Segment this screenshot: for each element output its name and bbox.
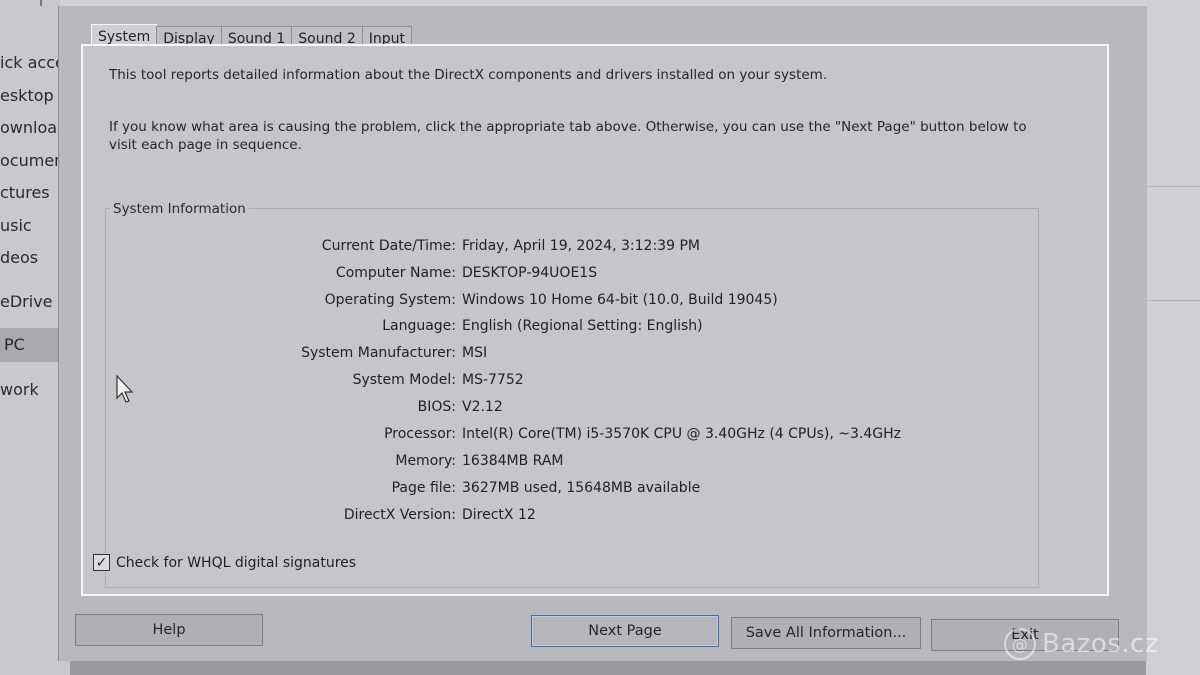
info-label: System Model: bbox=[352, 372, 456, 388]
system-tab-panel: This tool reports detailed information a… bbox=[81, 44, 1109, 596]
info-row-operating-system: Operating System: Windows 10 Home 64-bit… bbox=[106, 292, 1026, 312]
info-value: V2.12 bbox=[462, 399, 503, 415]
info-row-page-file: Page file: 3627MB used, 15648MB availabl… bbox=[106, 480, 1026, 500]
whql-checkbox-row[interactable]: ✓ Check for WHQL digital signatures bbox=[93, 554, 356, 571]
info-value: MS-7752 bbox=[462, 372, 524, 388]
info-value: MSI bbox=[462, 345, 488, 361]
info-row-manufacturer: System Manufacturer: MSI bbox=[106, 345, 1026, 365]
info-value: Intel(R) Core(TM) i5-3570K CPU @ 3.40GHz… bbox=[462, 426, 901, 442]
info-row-system-model: System Model: MS-7752 bbox=[106, 372, 1026, 392]
info-row-processor: Processor: Intel(R) Core(TM) i5-3570K CP… bbox=[106, 426, 1026, 446]
info-label: Memory: bbox=[395, 453, 456, 469]
whql-label: Check for WHQL digital signatures bbox=[116, 554, 357, 571]
pin-icon bbox=[40, 0, 42, 6]
info-label: Page file: bbox=[391, 480, 456, 496]
info-label: System Manufacturer: bbox=[301, 345, 456, 361]
info-label: Language: bbox=[382, 318, 456, 334]
info-value: Friday, April 19, 2024, 3:12:39 PM bbox=[462, 238, 700, 254]
nav-item-music[interactable]: usic bbox=[0, 216, 32, 235]
group-title: System Information bbox=[110, 201, 249, 217]
info-label: Current Date/Time: bbox=[321, 238, 456, 254]
info-value: DirectX 12 bbox=[462, 507, 536, 523]
directx-diagnostic-dialog: System Display Sound 1 Sound 2 Input Thi… bbox=[58, 6, 1147, 661]
background-window-right bbox=[1146, 0, 1200, 675]
help-button[interactable]: Help bbox=[75, 614, 263, 646]
info-row-bios: BIOS: V2.12 bbox=[106, 399, 1026, 419]
nav-item-desktop[interactable]: esktop bbox=[0, 86, 54, 105]
info-label: Processor: bbox=[384, 426, 456, 442]
divider bbox=[1146, 186, 1200, 187]
info-label: Computer Name: bbox=[335, 265, 456, 281]
watermark-logo-icon: @ bbox=[1004, 628, 1036, 660]
nav-item-videos[interactable]: deos bbox=[0, 248, 38, 267]
bazos-watermark: @ Bazos.cz bbox=[1004, 628, 1159, 660]
divider bbox=[1146, 300, 1200, 301]
info-value: 3627MB used, 15648MB available bbox=[462, 480, 701, 496]
info-value: 16384MB RAM bbox=[462, 453, 564, 469]
info-value: English (Regional Setting: English) bbox=[462, 318, 703, 334]
intro-text: This tool reports detailed information a… bbox=[109, 67, 828, 83]
nav-item-network[interactable]: work bbox=[0, 380, 39, 399]
info-value: Windows 10 Home 64-bit (10.0, Build 1904… bbox=[462, 292, 778, 308]
next-page-button[interactable]: Next Page bbox=[531, 615, 719, 647]
info-row-memory: Memory: 16384MB RAM bbox=[106, 453, 1026, 473]
info-row-date-time: Current Date/Time: Friday, April 19, 202… bbox=[106, 238, 1026, 258]
info-label: DirectX Version: bbox=[343, 507, 456, 523]
info-row-directx-version: DirectX Version: DirectX 12 bbox=[106, 507, 1026, 527]
save-all-information-button[interactable]: Save All Information... bbox=[731, 617, 921, 649]
info-label: Operating System: bbox=[324, 292, 456, 308]
nav-item-pictures[interactable]: ctures bbox=[0, 183, 50, 202]
info-value: DESKTOP-94UOE1S bbox=[462, 265, 598, 281]
instructions-text: If you know what area is causing the pro… bbox=[109, 119, 1027, 153]
info-row-computer-name: Computer Name: DESKTOP-94UOE1S bbox=[106, 265, 1026, 285]
nav-item-onedrive[interactable]: eDrive bbox=[0, 292, 53, 311]
watermark-text: Bazos.cz bbox=[1042, 629, 1160, 659]
info-label: BIOS: bbox=[417, 399, 456, 415]
mouse-cursor-icon bbox=[116, 375, 134, 403]
whql-checkbox[interactable]: ✓ bbox=[93, 554, 110, 571]
info-row-language: Language: English (Regional Setting: Eng… bbox=[106, 318, 1026, 338]
system-information-group: System Information Current Date/Time: Fr… bbox=[105, 201, 1039, 588]
